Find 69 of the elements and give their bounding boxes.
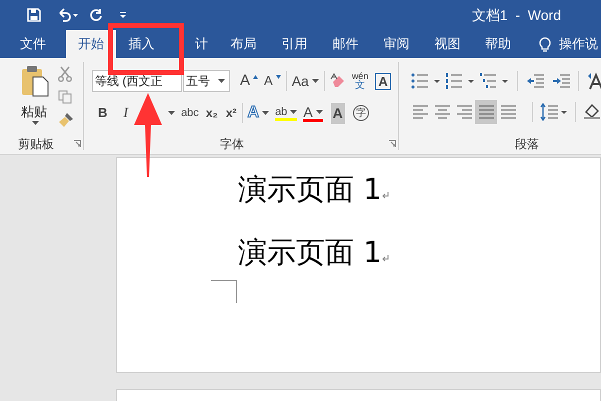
down-triangle-icon — [276, 75, 281, 79]
enclose-character-button[interactable]: 字 — [352, 105, 369, 121]
multilevel-list-icon[interactable] — [479, 73, 509, 89]
caret-icon[interactable] — [168, 111, 176, 115]
font-color-button[interactable]: A — [303, 104, 323, 122]
ribbon-tab[interactable]: 开始 — [66, 30, 116, 58]
alignment-icon — [412, 105, 428, 119]
group-label: 字体 — [220, 136, 244, 153]
italic-button[interactable]: I — [123, 102, 128, 124]
ribbon-tab[interactable]: 文件 — [0, 30, 66, 58]
caret-icon[interactable] — [32, 121, 39, 125]
alignment-icon — [456, 105, 472, 119]
launcher-icon[interactable] — [389, 140, 396, 147]
font-size-combo[interactable]: 五号 — [183, 70, 230, 92]
group-label: 段落 — [515, 136, 539, 153]
grow-font-button[interactable]: A — [240, 70, 258, 92]
caret-icon[interactable] — [218, 79, 225, 83]
up-triangle-icon — [253, 75, 258, 79]
alignment-icon — [434, 105, 450, 119]
lightbulb-icon[interactable] — [539, 36, 551, 52]
shrink-font-button[interactable]: A — [264, 71, 281, 91]
eraser-icon[interactable] — [330, 73, 346, 89]
strikethrough-button[interactable]: abc — [181, 104, 199, 122]
caret-icon[interactable] — [316, 110, 323, 114]
document-text: 演示页面 1 — [238, 171, 382, 207]
subscript-button[interactable]: x₂ — [206, 104, 218, 122]
ribbon-tab[interactable]: 插入 — [116, 30, 167, 58]
increase-indent-icon[interactable] — [552, 74, 570, 88]
paragraph-mark-icon — [382, 255, 389, 262]
change-case-button[interactable]: Aa — [292, 70, 319, 92]
justify-button[interactable] — [475, 100, 497, 124]
group-label: 剪贴板 — [18, 136, 54, 153]
ribbon-tab[interactable]: 视图 — [422, 30, 473, 58]
ribbon-tab[interactable]: 审阅 — [371, 30, 422, 58]
launcher-icon[interactable] — [74, 140, 81, 147]
character-shading-button[interactable]: A — [330, 102, 345, 124]
highlight-button[interactable]: ab — [275, 106, 298, 120]
tell-me-field[interactable]: 操作说 — [559, 34, 598, 54]
ribbon-tab[interactable]: 计 — [167, 30, 218, 58]
ribbon-tab[interactable]: 帮助 — [473, 30, 523, 58]
caret-icon[interactable] — [312, 79, 319, 83]
caret-icon[interactable] — [262, 111, 270, 115]
alignment-icon — [478, 105, 494, 119]
clipboard-icon[interactable] — [20, 65, 50, 97]
numbering-icon[interactable] — [445, 73, 475, 89]
ribbon-tab[interactable]: 引用 — [269, 30, 320, 58]
paste-label[interactable]: 粘贴 — [21, 102, 47, 122]
document-text: 演示页面 1 — [238, 234, 382, 270]
customize-icon[interactable] — [119, 11, 127, 19]
phonetic-guide-button[interactable]: wén 文 — [352, 72, 368, 90]
undo-icon[interactable] — [57, 8, 79, 22]
redo-icon[interactable] — [89, 8, 103, 22]
bold-button[interactable]: B — [98, 103, 108, 123]
superscript-button[interactable]: x² — [226, 104, 236, 122]
window-title: 文档1 - Word — [472, 6, 561, 24]
caret-icon[interactable] — [290, 110, 298, 114]
decrease-indent-icon[interactable] — [526, 74, 544, 88]
copy-icon[interactable] — [58, 90, 72, 104]
scissors-icon[interactable] — [58, 66, 72, 82]
bullets-icon[interactable] — [411, 73, 441, 89]
brush-icon[interactable] — [58, 112, 74, 128]
paragraph-mark-icon — [382, 192, 389, 199]
ribbon-tab[interactable]: 布局 — [218, 30, 269, 58]
save-icon[interactable] — [27, 8, 41, 22]
character-border-button[interactable]: A — [375, 72, 391, 90]
line-spacing-icon[interactable] — [540, 103, 568, 121]
ribbon-tab[interactable]: 邮件 — [320, 30, 371, 58]
margin-mark-icon — [211, 280, 237, 303]
alignment-icon — [500, 105, 516, 119]
